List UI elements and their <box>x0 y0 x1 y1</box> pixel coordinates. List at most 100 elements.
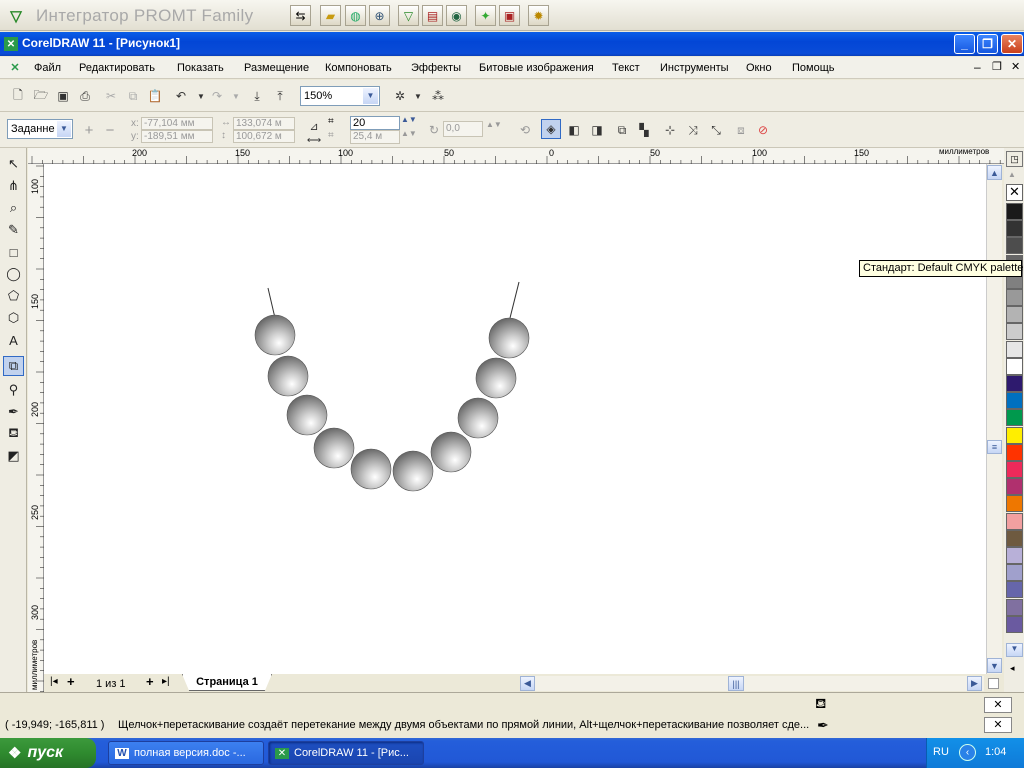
color-swatch[interactable] <box>1006 512 1023 530</box>
lightbulb-icon[interactable]: ✦ <box>475 5 496 26</box>
menu-layout[interactable]: Размещение <box>244 62 309 74</box>
globe-search-icon[interactable]: ⊕ <box>369 5 390 26</box>
color-swatch[interactable] <box>1006 615 1023 633</box>
remove-preset-icon[interactable]: − <box>100 120 120 140</box>
launcher-dropdown-icon[interactable]: ▼ <box>408 86 428 106</box>
miscellaneous-options-icon[interactable]: ⤡ <box>706 120 726 140</box>
export-icon[interactable]: ⤒ <box>270 86 290 106</box>
color-swatch[interactable] <box>1006 443 1023 461</box>
palette-scroll-down-icon[interactable]: ▼ <box>1006 643 1023 657</box>
basic-shapes-tool-icon[interactable]: ⬡ <box>3 308 24 328</box>
menu-file[interactable]: Файл <box>34 62 61 74</box>
language-indicator[interactable]: RU <box>933 746 949 758</box>
vertical-ruler[interactable]: 100 150 200 250 300 миллиметров <box>28 164 44 692</box>
color-swatch[interactable] <box>1006 581 1023 599</box>
corel-graphics-icon[interactable]: ⁂ <box>428 86 448 106</box>
restore-button[interactable]: ❐ <box>977 34 998 54</box>
copy-blend-icon[interactable]: ⧈ <box>731 120 751 140</box>
interactive-fill-tool-icon[interactable]: ◩ <box>3 446 24 466</box>
fill-status-icon[interactable]: ⛾ <box>815 695 826 714</box>
horizontal-ruler[interactable]: 200 150 100 50 0 50 100 150 миллиметров <box>28 147 1004 164</box>
fill-none-swatch[interactable]: ✕ <box>984 697 1012 713</box>
rectangle-tool-icon[interactable]: □ <box>3 242 24 262</box>
globe-translate-icon[interactable]: ◍ <box>345 5 366 26</box>
angle-spin-icon[interactable]: ▲▼ <box>486 120 502 129</box>
menu-edit[interactable]: Редактировать <box>79 62 155 74</box>
copy-icon[interactable]: ⧉ <box>123 86 143 106</box>
pick-tool-icon[interactable]: ↖ <box>3 154 24 174</box>
bead[interactable] <box>392 450 434 492</box>
cut-icon[interactable]: ✂ <box>101 86 121 106</box>
open-folder-icon[interactable]: ▰ <box>320 5 341 26</box>
view-manager-box[interactable] <box>988 678 999 689</box>
book-icon[interactable]: ▣ <box>499 5 520 26</box>
add-page-after-icon[interactable]: + <box>146 674 154 689</box>
height-field[interactable]: 100,672 м <box>233 130 295 143</box>
promt-logo-icon[interactable]: ▽ <box>6 6 26 26</box>
clear-blend-icon[interactable]: ⊘ <box>753 120 773 140</box>
vertical-scroll-thumb[interactable]: ≡ <box>987 440 1002 454</box>
bead[interactable] <box>457 397 499 439</box>
color-swatch[interactable] <box>1006 392 1023 410</box>
undo-icon[interactable]: ↶ <box>171 86 191 106</box>
polygon-tool-icon[interactable]: ⬠ <box>3 286 24 306</box>
zoom-tool-icon[interactable]: ⌕ <box>3 198 24 218</box>
last-page-icon[interactable]: ▸| <box>162 676 170 687</box>
color-swatch[interactable] <box>1006 409 1023 427</box>
color-swatch[interactable] <box>1006 375 1023 392</box>
settings-icon[interactable]: ✹ <box>528 5 549 26</box>
outline-status-icon[interactable]: ✒ <box>817 717 829 734</box>
print-icon[interactable]: ⎙ <box>75 86 95 106</box>
scroll-right-icon[interactable]: ▶ <box>967 676 982 691</box>
doc-restore-button[interactable]: ❐ <box>992 60 1002 73</box>
zoom-level-select[interactable]: 150% ▼ <box>300 86 380 106</box>
color-swatch[interactable] <box>1006 478 1023 496</box>
no-fill-swatch[interactable]: ✕ <box>1006 184 1023 201</box>
new-icon[interactable]: 🗋 <box>8 86 28 106</box>
color-swatch[interactable] <box>1006 495 1023 513</box>
rotate-icon[interactable]: ↻ <box>424 120 444 140</box>
add-preset-icon[interactable]: + <box>79 120 99 140</box>
bead[interactable] <box>286 394 328 436</box>
tray-expand-icon[interactable]: ‹ <box>959 744 976 761</box>
add-page-before-icon[interactable]: + <box>67 674 75 689</box>
color-swatch[interactable] <box>1006 564 1023 582</box>
menu-bitmaps[interactable]: Битовые изображения <box>479 62 594 74</box>
palette-expand-icon[interactable]: ◂ <box>1010 663 1015 674</box>
funnel-icon[interactable]: ▽ <box>398 5 419 26</box>
bead[interactable] <box>254 314 296 356</box>
color-swatch[interactable] <box>1006 220 1023 238</box>
bead[interactable] <box>313 427 355 469</box>
redo-icon[interactable]: ↷ <box>207 86 227 106</box>
minimize-button[interactable]: _ <box>954 34 975 54</box>
doc-close-button[interactable]: ✕ <box>1011 60 1020 73</box>
width-field[interactable]: 133,074 м <box>233 117 295 130</box>
steps-stepper[interactable]: ⌗ 20 ▲▼ <box>326 115 417 130</box>
outline-none-swatch[interactable]: ✕ <box>984 717 1012 733</box>
angle-field[interactable]: 0,0 <box>443 121 483 137</box>
color-swatch[interactable] <box>1006 529 1023 547</box>
vertical-scrollbar[interactable]: ▲ ≡ ▼ <box>986 164 1002 674</box>
horizontal-scroll-thumb[interactable]: ||| <box>728 676 744 691</box>
menu-tools[interactable]: Инструменты <box>660 62 729 74</box>
menu-window[interactable]: Окно <box>746 62 772 74</box>
interactive-blend-tool-icon[interactable]: ⧉ <box>3 356 24 376</box>
menu-help[interactable]: Помощь <box>792 62 835 74</box>
color-swatch[interactable] <box>1006 323 1023 341</box>
bead[interactable] <box>475 357 517 399</box>
steps-spin-icon[interactable]: ▲▼ <box>401 115 417 124</box>
open-icon[interactable]: 🗁 <box>31 86 51 106</box>
steps-field[interactable]: 20 <box>350 116 400 130</box>
color-swatch[interactable] <box>1006 203 1023 220</box>
bead[interactable] <box>267 355 309 397</box>
palette-scroll-up-icon[interactable]: ▲ <box>1008 170 1016 179</box>
color-acceleration-icon[interactable]: ▚ <box>634 120 654 140</box>
shape-tool-icon[interactable]: ⋔ <box>3 176 24 196</box>
scroll-up-icon[interactable]: ▲ <box>987 165 1002 180</box>
color-swatch[interactable] <box>1006 340 1023 358</box>
doc-icon[interactable]: ✕ <box>8 61 22 75</box>
outline-tool-icon[interactable]: ✒ <box>3 402 24 422</box>
scroll-left-icon[interactable]: ◀ <box>520 676 535 691</box>
page-tab[interactable]: Страница 1 <box>182 674 272 691</box>
save-icon[interactable]: ▣ <box>53 86 73 106</box>
